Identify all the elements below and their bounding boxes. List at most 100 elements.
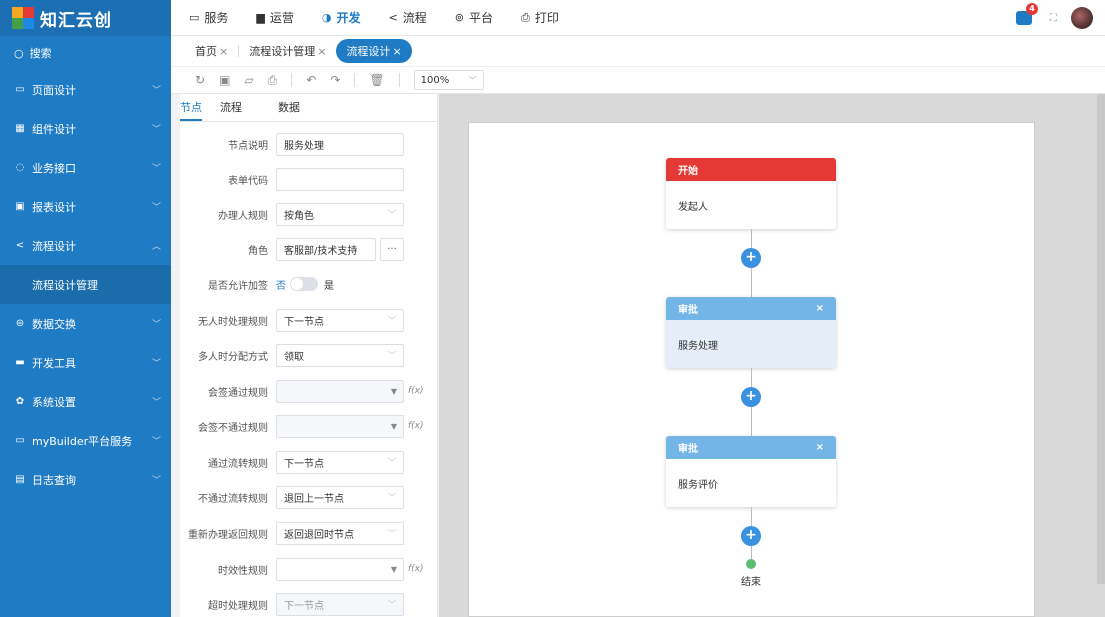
logo[interactable]: 知汇云创: [0, 0, 171, 36]
nav-platform[interactable]: ⊚ 平台: [455, 9, 493, 26]
role-picker-button[interactable]: ···: [380, 237, 404, 261]
sidebar-item-dev-tools[interactable]: ▬ 开发工具 ﹀: [0, 343, 171, 382]
tab-label: 流程设计: [346, 45, 391, 58]
undo-icon[interactable]: ↶: [306, 73, 316, 87]
sidebar-item-business-interface[interactable]: ◌ 业务接口 ﹀: [0, 148, 171, 187]
avatar[interactable]: [1071, 7, 1093, 29]
field-label: 重新办理返回规则: [188, 529, 268, 541]
tab-flow-design-manage[interactable]: 流程设计管理 ×: [249, 43, 326, 59]
function-icon[interactable]: f(x): [408, 386, 424, 396]
zoom-value: 100%: [420, 74, 450, 86]
sidebar-item-log-query[interactable]: ▤ 日志查询 ﹀: [0, 460, 171, 499]
add-sign-toggle[interactable]: [290, 277, 318, 291]
close-icon[interactable]: ×: [219, 45, 228, 58]
trash-icon[interactable]: 🗑: [369, 73, 384, 87]
function-icon[interactable]: f(x): [408, 421, 424, 431]
sidebar-search[interactable]: ○ 搜索: [0, 36, 171, 70]
tab-divider: [238, 45, 240, 57]
message-badge: 4: [1026, 3, 1038, 15]
chevron-down-icon: ﹀: [151, 437, 161, 447]
end-node-icon[interactable]: [746, 559, 756, 569]
nav-development[interactable]: ◑ 开发: [322, 9, 361, 26]
field-no-one-rule: 无人时处理规则 下一节点 ﹀: [180, 308, 437, 332]
nav-flow[interactable]: < 流程: [389, 9, 427, 26]
nav-print[interactable]: ⎙ 打印: [521, 9, 559, 26]
form-code-input[interactable]: [276, 167, 404, 191]
field-timeliness: 时效性规则 ▼ f(x): [180, 557, 437, 581]
search-icon: ○: [14, 46, 24, 60]
chevron-down-icon: ﹀: [151, 320, 161, 330]
role-input[interactable]: 客服部/技术支持: [276, 237, 376, 261]
sidebar-item-report-design[interactable]: ▣ 报表设计 ﹀: [0, 187, 171, 226]
close-icon[interactable]: ×: [317, 45, 326, 58]
close-icon[interactable]: ×: [816, 303, 824, 314]
tab-flow[interactable]: 流程: [202, 94, 260, 121]
caret-down-icon: ▼: [390, 564, 397, 574]
sidebar-subitem-flow-design-manage[interactable]: 流程设计管理: [0, 265, 171, 304]
save-icon[interactable]: ▣: [219, 73, 230, 87]
top-right-tools: 4 ⛶: [1016, 0, 1093, 36]
zoom-select[interactable]: 100% ﹀: [413, 70, 484, 90]
field-handler-rule: 办理人规则 按角色 ﹀: [180, 202, 437, 226]
node-body: 服务评价: [678, 479, 718, 491]
multi-assign-select[interactable]: 领取 ﹀: [276, 343, 404, 367]
node-desc-input[interactable]: 服务处理: [276, 132, 404, 156]
nav-service[interactable]: ▭ 服务: [189, 9, 228, 26]
countersign-pass-select[interactable]: ▼: [276, 379, 404, 403]
countersign-fail-select[interactable]: ▼: [276, 414, 404, 438]
sidebar-item-data-exchange[interactable]: ⊜ 数据交换 ﹀: [0, 304, 171, 343]
tab-home[interactable]: 首页 ×: [195, 43, 228, 59]
redo-icon[interactable]: ↷: [330, 73, 340, 87]
node-body: 发起人: [678, 201, 708, 213]
folder-open-icon[interactable]: ▱: [244, 73, 253, 87]
tab-node[interactable]: 节点: [180, 94, 202, 121]
sidebar-item-mybuilder[interactable]: ▭ myBuilder平台服务 ﹀: [0, 421, 171, 460]
logo-icon: [12, 7, 34, 29]
flow-node-start[interactable]: 开始 发起人: [666, 158, 836, 229]
select-value: 退回上一节点: [284, 493, 344, 505]
no-one-rule-select[interactable]: 下一节点 ﹀: [276, 308, 404, 332]
tab-data[interactable]: 数据: [260, 94, 318, 121]
fullscreen-icon[interactable]: ⛶: [1050, 13, 1057, 24]
sidebar-item-label: 流程设计: [32, 239, 76, 253]
add-node-button[interactable]: +: [741, 526, 761, 546]
report-icon: ▣: [15, 201, 25, 212]
message-icon[interactable]: 4: [1016, 3, 1038, 25]
flow-node-approve-2[interactable]: 审批 × 服务评价: [666, 436, 836, 507]
field-label: 通过流转规则: [208, 458, 268, 470]
sidebar-subitem-label: 流程设计管理: [32, 278, 98, 292]
tab-flow-design[interactable]: 流程设计 ×: [336, 39, 412, 63]
nav-label: 打印: [534, 11, 559, 25]
refresh-icon[interactable]: ↻: [195, 73, 205, 87]
gear-icon: ✿: [15, 396, 25, 407]
chevron-down-icon: ﹀: [151, 476, 161, 486]
close-icon[interactable]: ×: [816, 442, 824, 453]
pass-flow-select[interactable]: 下一节点 ﹀: [276, 450, 404, 474]
end-node-label: 结束: [741, 577, 761, 588]
handler-rule-select[interactable]: 按角色 ﹀: [276, 202, 404, 226]
function-icon[interactable]: f(x): [408, 564, 424, 574]
redo-return-select[interactable]: 返回退回时节点 ﹀: [276, 521, 404, 545]
grid-icon: ▦: [15, 123, 25, 134]
print-icon[interactable]: ⎙: [268, 73, 278, 88]
sidebar-item-component-design[interactable]: ▦ 组件设计 ﹀: [0, 109, 171, 148]
fail-flow-select[interactable]: 退回上一节点 ﹀: [276, 485, 404, 509]
timeliness-select[interactable]: ▼: [276, 557, 404, 581]
flow-node-approve-1[interactable]: 审批 × 服务处理: [666, 297, 836, 368]
sidebar-item-label: 日志查询: [32, 473, 76, 487]
nav-label: 运营: [269, 11, 294, 25]
chevron-down-icon: ﹀: [388, 350, 396, 360]
sidebar-item-system-settings[interactable]: ✿ 系统设置 ﹀: [0, 382, 171, 421]
add-node-button[interactable]: +: [741, 248, 761, 268]
sidebar-item-flow-design[interactable]: < 流程设计 ︿: [0, 226, 171, 265]
nav-operations[interactable]: ▆ 运营: [256, 9, 293, 26]
sidebar-item-label: 报表设计: [32, 200, 76, 214]
timeout-select[interactable]: 下一节点 ﹀: [276, 592, 404, 616]
close-icon[interactable]: ×: [392, 45, 401, 58]
flow-canvas[interactable]: 开始 发起人 + 审批 × 服务处理 + 审批 × 服务评价 + 结束: [468, 122, 1035, 617]
vertical-scrollbar[interactable]: [1097, 94, 1105, 584]
field-label: 是否允许加签: [208, 280, 268, 292]
brand-name: 知汇云创: [40, 10, 112, 31]
add-node-button[interactable]: +: [741, 387, 761, 407]
sidebar-item-page-design[interactable]: ▭ 页面设计 ﹀: [0, 70, 171, 109]
